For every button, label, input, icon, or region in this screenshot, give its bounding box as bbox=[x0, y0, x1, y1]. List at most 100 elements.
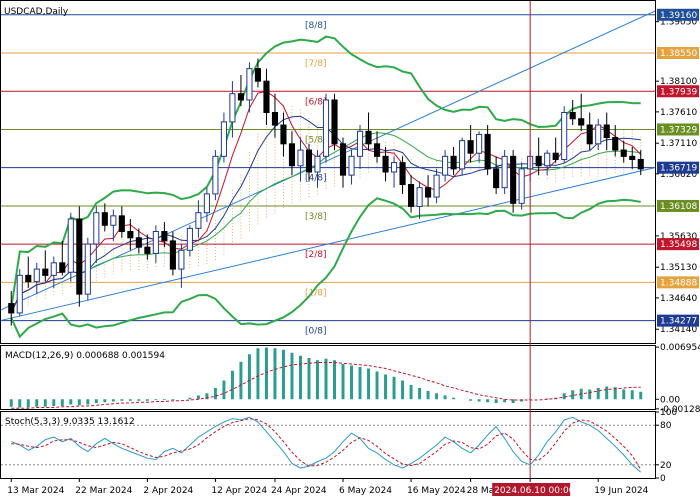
candle-body bbox=[118, 215, 125, 233]
candle-body bbox=[620, 149, 627, 157]
candle-body bbox=[442, 155, 449, 176]
price-tag-label: 1.34277 bbox=[660, 317, 697, 327]
chart-title: USDCAD,Daily bbox=[4, 7, 69, 17]
candle-body bbox=[339, 143, 347, 176]
candle-body bbox=[603, 124, 610, 139]
stoch-label: Stoch(5,3,3) 9.0335 13.1612 bbox=[5, 417, 135, 427]
candle-body bbox=[220, 121, 227, 157]
murrey-level-label: [7/8] bbox=[305, 59, 327, 69]
time-axis-label: 24 Apr 2024 bbox=[271, 486, 327, 496]
time-axis-label: 13 Mar 2024 bbox=[7, 486, 64, 496]
candle-body bbox=[493, 168, 500, 189]
candle-body bbox=[391, 162, 398, 173]
candle-body bbox=[399, 162, 406, 186]
current-time-tag-label: 2024.06.10 00:00 bbox=[494, 486, 575, 496]
price-axis-label: 1.37110 bbox=[660, 139, 697, 149]
candle-body bbox=[552, 152, 559, 160]
candle-body bbox=[229, 93, 236, 123]
stoch-axis-label: 0 bbox=[660, 474, 666, 484]
candle-body bbox=[297, 149, 304, 167]
stoch-axis-label: 80 bbox=[660, 421, 672, 431]
time-axis-label: 22 Mar 2024 bbox=[75, 486, 132, 496]
candle-body bbox=[8, 303, 15, 314]
murrey-level-label: [3/8] bbox=[305, 212, 327, 222]
price-tag-label: 1.34888 bbox=[660, 278, 697, 288]
candle-body bbox=[50, 262, 57, 276]
candle-body bbox=[612, 137, 619, 151]
candle-body bbox=[144, 246, 151, 254]
candle-body bbox=[544, 152, 551, 167]
candle-body bbox=[535, 155, 542, 167]
macd-axis-label: 0.00 bbox=[660, 395, 680, 405]
candle-body bbox=[271, 111, 279, 126]
candle-body bbox=[408, 184, 415, 207]
candle-body bbox=[382, 155, 389, 173]
candle-body bbox=[161, 231, 168, 242]
candle-body bbox=[186, 227, 193, 251]
time-axis-label: 16 May 2024 bbox=[407, 486, 466, 496]
candle-body bbox=[280, 124, 287, 145]
murrey-level-label: [2/8] bbox=[305, 250, 327, 260]
candle-body bbox=[467, 140, 474, 154]
candle-body bbox=[450, 155, 457, 170]
time-axis-label: 12 Apr 2024 bbox=[211, 486, 267, 496]
candle-body bbox=[25, 274, 32, 283]
price-axis-label: 1.34140 bbox=[660, 325, 697, 335]
murrey-level-label: [4/8] bbox=[305, 174, 327, 184]
candle-body bbox=[459, 140, 466, 170]
price-tag-label: 1.39160 bbox=[660, 11, 697, 21]
candle-body bbox=[33, 268, 40, 283]
candle-body bbox=[263, 80, 270, 113]
candle-body bbox=[501, 155, 508, 189]
candle-body bbox=[288, 143, 296, 167]
candle-body bbox=[93, 212, 100, 245]
candle-body bbox=[67, 218, 74, 273]
candle-body bbox=[416, 187, 423, 207]
candle-body bbox=[152, 231, 159, 254]
candle-body bbox=[195, 212, 202, 229]
murrey-level-label: [8/8] bbox=[305, 21, 327, 31]
candle-body bbox=[305, 149, 313, 173]
candle-body bbox=[484, 133, 491, 170]
candle-body bbox=[331, 99, 338, 145]
price-axis-label: 1.34640 bbox=[660, 294, 697, 304]
price-tag-label: 1.37939 bbox=[660, 87, 697, 97]
candle-body bbox=[16, 274, 23, 314]
candle-body bbox=[203, 193, 210, 214]
price-tag-label: 1.38550 bbox=[660, 49, 697, 59]
candle-body bbox=[169, 240, 176, 270]
candle-body bbox=[42, 268, 49, 276]
price-axis-label: 1.37610 bbox=[660, 108, 697, 118]
candle-body bbox=[569, 111, 576, 120]
time-axis-label: 19 Jun 2024 bbox=[594, 486, 648, 496]
candle-body bbox=[127, 231, 134, 239]
candle-body bbox=[254, 68, 261, 82]
candle-body bbox=[510, 155, 517, 204]
murrey-level-label: [0/8] bbox=[305, 327, 327, 337]
candle-body bbox=[178, 249, 185, 270]
candle-body bbox=[356, 130, 364, 157]
stoch-axis-label: 20 bbox=[660, 461, 672, 471]
time-axis-label: 6 May 2024 bbox=[339, 486, 392, 496]
candle-body bbox=[425, 187, 432, 198]
candle-body bbox=[433, 174, 440, 198]
price-tag-label: 1.35498 bbox=[660, 240, 697, 250]
candle-body bbox=[76, 218, 83, 295]
macd-axis-label: 0.006954 bbox=[660, 343, 700, 353]
stoch-axis-label: 100 bbox=[660, 408, 677, 418]
candle-body bbox=[373, 143, 381, 157]
candle-body bbox=[518, 168, 525, 204]
candle-body bbox=[84, 243, 91, 295]
candle-body bbox=[578, 118, 585, 126]
candle-body bbox=[561, 111, 568, 160]
candle-body bbox=[246, 68, 253, 101]
candle-body bbox=[365, 130, 372, 145]
candle-body bbox=[101, 212, 108, 226]
candle-body bbox=[586, 124, 593, 145]
candle-body bbox=[637, 158, 644, 170]
candle-body bbox=[135, 237, 142, 248]
candle-body bbox=[212, 155, 219, 195]
price-tag-label: 1.37329 bbox=[660, 125, 697, 135]
time-axis-label: 2 Apr 2024 bbox=[143, 486, 193, 496]
candle-body bbox=[314, 155, 321, 173]
